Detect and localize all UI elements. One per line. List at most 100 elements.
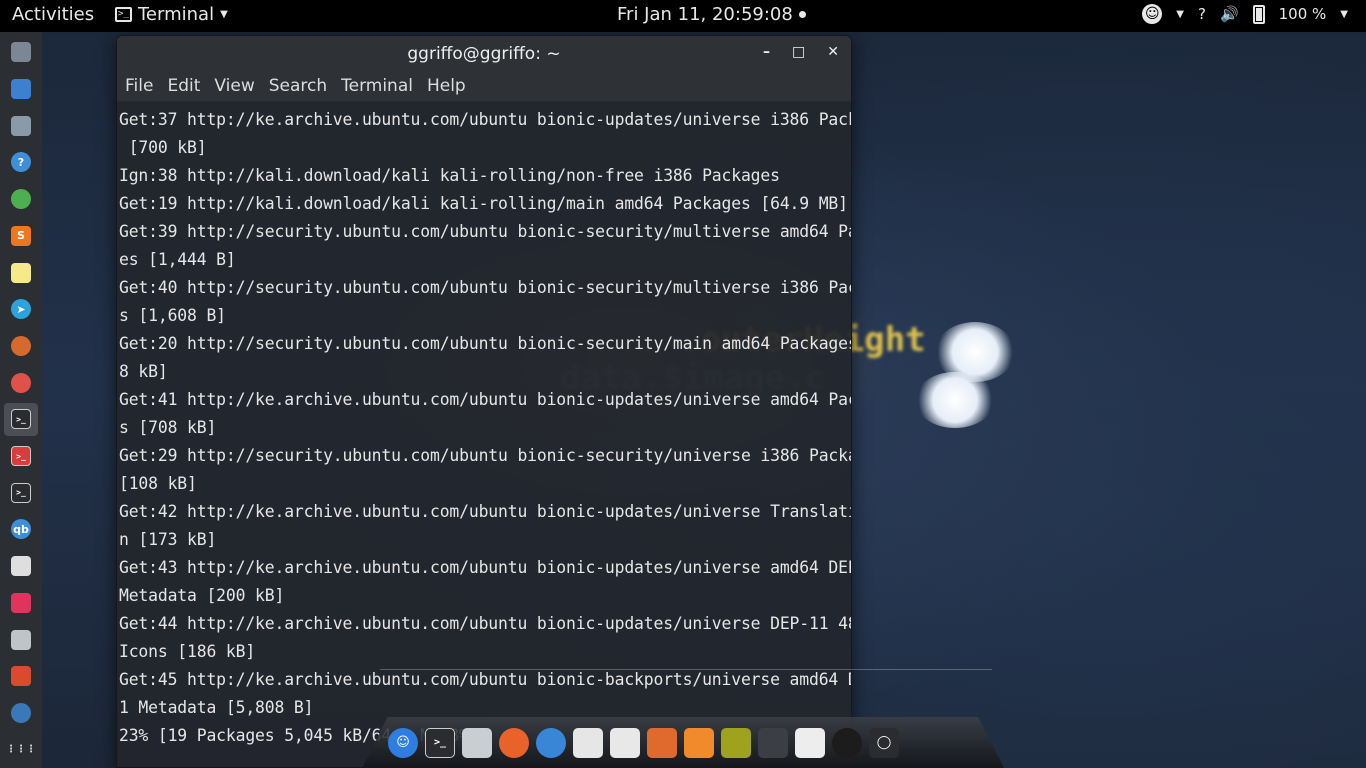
settings-icon — [11, 372, 31, 393]
screen-mirror-icon — [11, 592, 31, 613]
dock-item[interactable] — [4, 550, 38, 583]
terminal-icon: >_ — [115, 7, 132, 22]
help-icon: ? — [11, 152, 31, 173]
dock-shelf-line — [380, 669, 992, 670]
dock-item[interactable]: >_ — [4, 403, 38, 436]
terminal-red-icon: >_ — [11, 446, 31, 467]
window-controls: – □ ✕ — [763, 44, 839, 60]
battery-icon[interactable] — [1252, 4, 1265, 24]
terminal-line: [700 kB] — [119, 138, 207, 157]
dock-item[interactable] — [4, 366, 38, 399]
speed-gauge-icon[interactable] — [832, 727, 862, 758]
terminal-alt-icon: >_ — [11, 482, 31, 503]
document-viewer-icon — [11, 79, 31, 100]
terminal-line: s [708 kB] — [119, 418, 217, 437]
show-apps-icon: ⋮⋮⋮ — [6, 739, 36, 760]
app-name: Terminal — [138, 4, 215, 25]
terminal-icon: >_ — [11, 409, 31, 430]
window-title: ggriffo@ggriffo: ~ — [407, 43, 561, 64]
terminal-output[interactable]: Get:37 http://ke.archive.ubuntu.com/ubun… — [117, 102, 851, 750]
dock-item[interactable] — [4, 660, 38, 693]
menu-file[interactable]: File — [125, 76, 153, 96]
thunderbird-icon[interactable] — [536, 727, 566, 758]
terminal-line: Get:39 http://security.ubuntu.com/ubuntu… — [119, 222, 852, 241]
menu-edit[interactable]: Edit — [167, 76, 200, 96]
volume-icon[interactable]: 🔊 — [1220, 5, 1239, 23]
menu-view[interactable]: View — [214, 76, 254, 96]
firefox-icon[interactable] — [499, 727, 529, 758]
close-icon[interactable]: ✕ — [827, 44, 839, 60]
terminal-line: es [1,444 B] — [119, 250, 236, 269]
dock-item[interactable] — [4, 623, 38, 656]
menu-search[interactable]: Search — [269, 76, 327, 96]
dock-item[interactable]: S — [4, 220, 38, 253]
menu-terminal[interactable]: Terminal — [341, 76, 413, 96]
network-unknown-icon[interactable]: ? — [1198, 5, 1206, 23]
wallpaper-blob — [915, 372, 995, 428]
minimize-icon[interactable]: – — [763, 44, 770, 60]
menu-bar: File Edit View Search Terminal Help — [117, 71, 851, 102]
menu-help[interactable]: Help — [427, 76, 466, 96]
files-icon — [11, 42, 31, 63]
system-settings-icon[interactable] — [795, 727, 825, 758]
chevron-down-icon[interactable]: ▼ — [1340, 9, 1348, 20]
terminal-line: [108 kB] — [119, 474, 197, 493]
battery-percent: 100 % — [1278, 5, 1327, 23]
dock-item[interactable] — [4, 587, 38, 620]
terminal-line: Get:45 http://ke.archive.ubuntu.com/ubun… — [119, 670, 852, 689]
terminal-line: Get:20 http://security.ubuntu.com/ubuntu… — [119, 334, 852, 353]
dock-item[interactable]: ? — [4, 146, 38, 179]
dock-item[interactable]: ⋮⋮⋮ — [4, 733, 38, 766]
dock-item[interactable] — [4, 73, 38, 106]
dock-item[interactable] — [4, 36, 38, 69]
terminal-line: Get:40 http://security.ubuntu.com/ubuntu… — [119, 278, 852, 297]
terminal-line: Get:44 http://ke.archive.ubuntu.com/ubun… — [119, 614, 852, 633]
monitor-icon[interactable] — [758, 727, 788, 758]
app-menu-button[interactable]: >_ Terminal ▼ — [115, 4, 228, 25]
backup-icon[interactable] — [647, 727, 677, 758]
dock-item[interactable] — [4, 256, 38, 289]
qbittorrent-icon: qb — [11, 519, 31, 540]
accessibility-icon[interactable]: ☺ — [388, 727, 418, 758]
camera-icon — [11, 629, 31, 650]
sublime-text-icon: S — [11, 225, 31, 246]
terminal-line: Get:37 http://ke.archive.ubuntu.com/ubun… — [119, 110, 852, 129]
libreoffice-icon[interactable] — [573, 727, 603, 758]
dock-item[interactable] — [4, 697, 38, 730]
steam-icon — [11, 703, 31, 723]
terminal-icon[interactable]: >_ — [425, 727, 455, 758]
terminal-line: Get:41 http://ke.archive.ubuntu.com/ubun… — [119, 390, 852, 409]
chevron-down-icon: ▼ — [220, 9, 228, 20]
terminal-line: Ign:38 http://kali.download/kali kali-ro… — [119, 166, 780, 185]
window-titlebar[interactable]: ggriffo@ggriffo: ~ – □ ✕ — [117, 36, 851, 71]
terminal-line: n [173 kB] — [119, 530, 217, 549]
chevron-down-icon[interactable]: ▼ — [1176, 9, 1184, 20]
camera-icon[interactable] — [462, 727, 492, 758]
terminal-line: s [1,608 B] — [119, 306, 226, 325]
maximize-icon[interactable]: □ — [792, 44, 805, 60]
image-viewer-icon[interactable] — [721, 727, 751, 758]
dock-item[interactable]: >_ — [4, 440, 38, 473]
dock-item[interactable]: qb — [4, 513, 38, 546]
dock-item[interactable]: ➤ — [4, 293, 38, 326]
accessibility-icon[interactable]: ☺ — [1142, 4, 1163, 24]
downloads-icon[interactable] — [684, 727, 714, 758]
phone-icon — [11, 556, 31, 577]
trash-icon[interactable]: ◯ — [869, 727, 899, 758]
clock-button[interactable]: Fri Jan 11, 20:59:08 — [617, 4, 806, 25]
terminal-line: Get:19 http://kali.download/kali kali-ro… — [119, 194, 848, 213]
dock-item[interactable] — [4, 109, 38, 142]
terminal-line: 8 kB] — [119, 362, 168, 381]
clock-text: Fri Jan 11, 20:59:08 — [617, 4, 793, 25]
telegram-icon: ➤ — [11, 299, 31, 320]
dock-item[interactable] — [4, 330, 38, 363]
notification-dot-icon — [798, 11, 806, 18]
activities-button[interactable]: Activities — [12, 4, 94, 25]
terminal-line: Metadata [200 kB] — [119, 586, 285, 605]
dock-item[interactable]: >_ — [4, 476, 38, 509]
left-dock: ? S ➤ >_ >_ >_qb ⋮⋮⋮ — [0, 32, 42, 768]
chromium-icon — [11, 335, 31, 356]
dock-item[interactable] — [4, 183, 38, 216]
top-bar: Activities >_ Terminal ▼ Fri Jan 11, 20:… — [0, 0, 1366, 32]
text-editor-icon[interactable] — [610, 727, 640, 758]
